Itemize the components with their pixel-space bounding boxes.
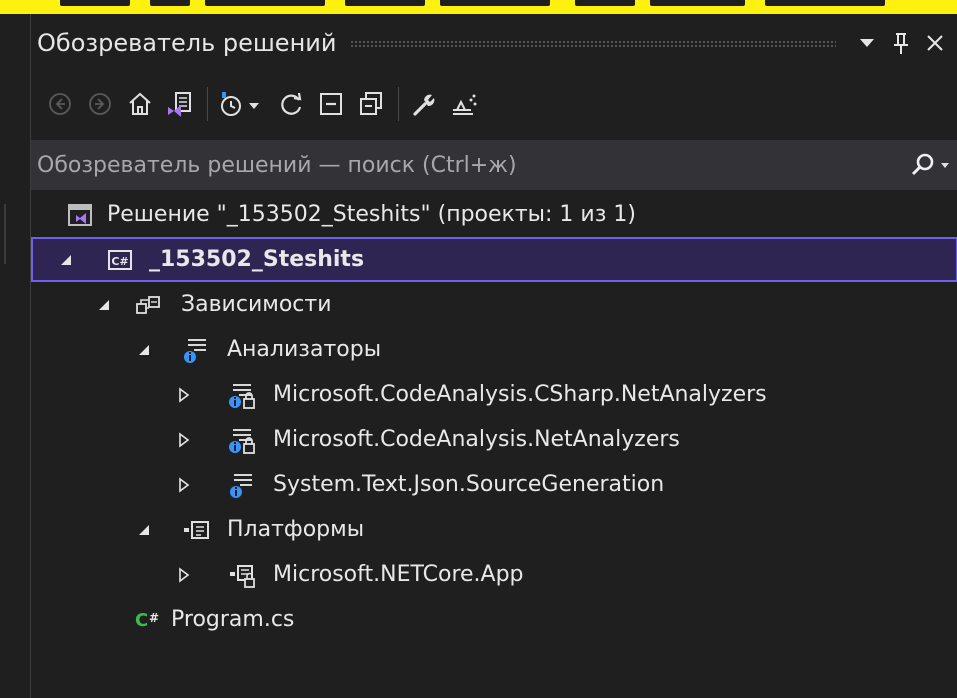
refresh-icon [281,92,302,115]
vs-solution-icon [168,92,191,117]
tree-item-project[interactable]: C# _153502_Steshits [31,237,957,282]
collapse-icon [320,93,342,115]
solution-tree: Решение "_153502_Steshits" (проекты: 1 и… [31,192,957,642]
framework-locked-icon [227,560,257,590]
tree-item-label: Зависимости [181,292,332,317]
chevron-down-icon[interactable] [850,23,884,63]
properties-button[interactable] [405,82,443,126]
tree-item-json-sourcegeneration[interactable]: System.Text.Json.SourceGeneration [31,462,957,507]
home-button[interactable] [121,82,159,126]
solution-icon [65,200,95,230]
csharp-project-icon: C# [105,245,135,275]
tree-item-netanalyzers[interactable]: Microsoft.CodeAnalysis.NetAnalyzers [31,417,957,462]
framework-icon [181,515,211,545]
panel-title-bar[interactable]: Обозреватель решений [31,14,957,72]
collapsed-arrow-icon[interactable] [175,386,193,404]
arrow-right-circle-icon [89,93,111,115]
tree-item-netcore-app[interactable]: Microsoft.NETCore.App [31,552,957,597]
tree-item-label: System.Text.Json.SourceGeneration [273,472,665,497]
solution-explorer-panel: Обозреватель решений Обозреватель решени… [30,14,957,698]
arrow-left-circle-icon [49,93,71,115]
show-all-files-button[interactable] [352,82,390,126]
toolbar-separator [398,87,399,121]
tree-item-analyzers[interactable]: Анализаторы [31,327,957,372]
wrench-icon [413,94,435,116]
expanded-arrow-icon[interactable] [57,251,75,269]
tree-item-frameworks[interactable]: Платформы [31,507,957,552]
previous-window-edge [0,0,957,14]
tree-item-label: Microsoft.CodeAnalysis.NetAnalyzers [273,427,680,452]
collapse-all-button[interactable] [312,82,350,126]
collapsed-arrow-icon[interactable] [175,566,193,584]
search-box[interactable]: Обозреватель решений — поиск (Ctrl+ж) [31,140,957,190]
copy-icon [360,92,382,115]
title-grip[interactable] [350,39,836,47]
tree-item-label: Program.cs [171,607,295,632]
collapsed-arrow-icon[interactable] [175,476,193,494]
toolbar-separator [207,87,208,121]
left-gutter [0,14,30,698]
tree-item-solution[interactable]: Решение "_153502_Steshits" (проекты: 1 и… [31,192,957,237]
splitter-edge[interactable] [4,204,6,264]
tree-item-label: Решение "_153502_Steshits" (проекты: 1 и… [107,202,636,227]
expanded-arrow-icon[interactable] [95,296,113,314]
home-icon [129,92,151,115]
tree-item-label: Microsoft.NETCore.App [273,562,524,587]
tree-item-dependencies[interactable]: Зависимости [31,282,957,327]
expanded-arrow-icon[interactable] [135,341,153,359]
analyzer-icon [227,470,257,500]
csharp-file-icon: C # [133,605,163,635]
collapsed-arrow-icon[interactable] [175,431,193,449]
forward-button[interactable] [81,82,119,126]
switch-views-button[interactable] [161,82,199,126]
preview-button[interactable] [445,82,483,126]
analyzer-icon [181,335,211,365]
pending-changes-filter-button[interactable] [214,82,270,126]
back-button[interactable] [41,82,79,126]
tree-item-label: Microsoft.CodeAnalysis.CSharp.NetAnalyze… [273,382,767,407]
panel-title: Обозреватель решений [37,29,337,57]
search-icon[interactable] [898,145,957,185]
tree-item-label: Анализаторы [227,337,382,362]
close-icon[interactable] [918,23,952,63]
svg-text:C: C [135,610,148,631]
pin-icon[interactable] [884,23,918,63]
tree-item-label: _153502_Steshits [149,247,365,272]
preview-icon [453,94,477,115]
solution-explorer-window: Обозреватель решений Обозреватель решени… [0,0,957,698]
sync-button[interactable] [272,82,310,126]
clock-icon [221,92,259,116]
svg-text:#: # [149,611,159,625]
svg-text:C#: C# [111,255,128,268]
search-input[interactable]: Обозреватель решений — поиск (Ctrl+ж) [37,153,898,178]
dependencies-icon [133,290,163,320]
analyzer-locked-icon [227,380,257,410]
solution-explorer-toolbar [31,76,957,132]
expanded-arrow-icon[interactable] [135,521,153,539]
tree-item-label: Платформы [227,517,365,542]
tree-item-program-cs[interactable]: C # Program.cs [31,597,957,642]
analyzer-locked-icon [227,425,257,455]
tree-item-csharp-netanalyzers[interactable]: Microsoft.CodeAnalysis.CSharp.NetAnalyze… [31,372,957,417]
